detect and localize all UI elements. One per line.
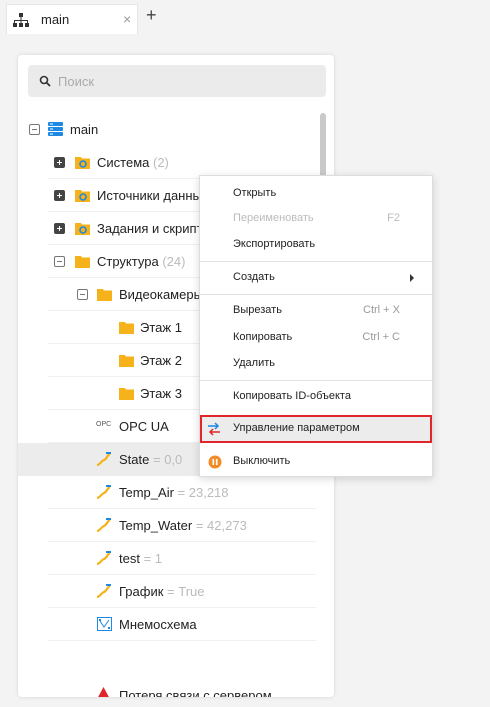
close-icon[interactable]: × <box>123 11 131 27</box>
database-icon <box>48 122 63 136</box>
search-box[interactable] <box>28 65 326 97</box>
menu-item-copy-id[interactable]: Копировать ID-объекта <box>200 384 432 410</box>
tree-item-label: Этаж 3 <box>140 386 182 401</box>
tab-main[interactable]: main × <box>6 4 138 34</box>
parameter-icon <box>96 485 111 499</box>
menu-item-copy[interactable]: Копировать Ctrl + C <box>200 325 432 351</box>
shortcut-label: F2 <box>387 212 400 224</box>
menu-item-label: Удалить <box>233 357 275 369</box>
tree-row-chart[interactable]: График = True <box>18 575 316 608</box>
mnemonic-icon <box>97 617 112 631</box>
menu-item-open[interactable]: Открыть <box>200 181 432 207</box>
tree-item-label: Задания и скрипт <box>97 221 203 236</box>
tree-item-label: Источники данны <box>97 188 202 203</box>
collapse-icon[interactable] <box>77 289 88 300</box>
menu-item-disable[interactable]: Выключить <box>200 449 432 475</box>
submenu-arrow-icon <box>410 274 414 282</box>
menu-item-delete[interactable]: Удалить <box>200 351 432 377</box>
tree-item-label: Этаж 2 <box>140 353 182 368</box>
menu-divider <box>200 261 432 262</box>
tree-item-label: Потеря связи с сервером <box>119 688 272 697</box>
tree-item-label: Структура (24) <box>97 254 186 269</box>
menu-item-label: Вырезать <box>233 304 282 316</box>
menu-divider <box>200 380 432 381</box>
search-input[interactable] <box>58 65 318 97</box>
gear-folder-icon <box>75 190 90 202</box>
collapse-icon[interactable] <box>29 124 40 135</box>
swap-arrows-icon <box>208 422 220 436</box>
menu-item-label: Выключить <box>233 455 291 467</box>
add-tab-button[interactable]: + <box>146 6 157 24</box>
tree-item-label: Temp_Air = 23,218 <box>119 485 229 500</box>
tab-bar: main × + <box>0 0 490 36</box>
folder-icon <box>119 322 134 334</box>
folder-icon <box>119 388 134 400</box>
opc-icon: OPC <box>96 421 112 428</box>
tab-label: main <box>41 12 70 27</box>
shortcut-label: Ctrl + X <box>363 304 400 316</box>
menu-item-label: Переименовать <box>233 212 314 224</box>
tree-row-test[interactable]: test = 1 <box>18 542 316 575</box>
menu-item-create[interactable]: Создать <box>200 265 432 291</box>
parameter-icon <box>96 584 111 598</box>
gear-folder-icon <box>75 157 90 169</box>
menu-item-label: Управление параметром <box>233 422 360 434</box>
expand-icon[interactable] <box>54 157 65 168</box>
menu-item-rename: Переименовать F2 <box>200 206 432 232</box>
tree-row-mnemonic[interactable]: Мнемосхема <box>18 608 316 641</box>
folder-icon <box>97 289 112 301</box>
tree-root-label: main <box>70 122 99 137</box>
menu-item-cut[interactable]: Вырезать Ctrl + X <box>200 298 432 324</box>
tree-item-label: test = 1 <box>119 551 163 566</box>
tree-item-label: Temp_Water = 42,273 <box>119 518 247 533</box>
tree-item-label: State = 0,0 <box>119 452 183 467</box>
tree-row-temp-water[interactable]: Temp_Water = 42,273 <box>18 509 316 542</box>
menu-item-label: Копировать ID-объекта <box>233 390 351 402</box>
shortcut-label: Ctrl + C <box>362 331 400 343</box>
pause-icon <box>208 455 222 469</box>
context-menu: Открыть Переименовать F2 Экспортировать … <box>199 175 433 477</box>
parameter-icon <box>96 452 111 466</box>
menu-item-label: Открыть <box>233 187 277 199</box>
expand-icon[interactable] <box>54 223 65 234</box>
menu-item-label: Копировать <box>233 331 293 343</box>
parameter-icon <box>96 518 111 532</box>
search-icon <box>39 75 51 87</box>
folder-icon <box>119 355 134 367</box>
tree-row-temp-air[interactable]: Temp_Air = 23,218 <box>18 476 316 509</box>
tree-item-label: Система (2) <box>97 155 169 170</box>
tree-row-main[interactable]: main <box>18 113 316 146</box>
tree-item-label: График = True <box>119 584 205 599</box>
menu-item-label: Создать <box>233 271 275 283</box>
menu-divider <box>200 294 432 295</box>
menu-item-label: Экспортировать <box>233 238 316 250</box>
tree-item-label: Этаж 1 <box>140 320 182 335</box>
menu-item-manage-parameter[interactable]: Управление параметром <box>200 415 432 443</box>
parameter-icon <box>96 551 111 565</box>
warning-icon <box>98 687 109 697</box>
folder-icon <box>75 256 90 268</box>
gear-folder-icon <box>75 223 90 235</box>
tree-item-label: Видеокамеры <box>119 287 203 302</box>
tree-item-label: OPC UA <box>119 419 169 434</box>
hierarchy-icon <box>13 13 29 27</box>
tree-item-label: Мнемосхема <box>119 617 197 632</box>
expand-icon[interactable] <box>54 190 65 201</box>
tree-row-connection-lost[interactable]: Потеря связи с сервером <box>18 641 316 697</box>
menu-item-export[interactable]: Экспортировать <box>200 232 432 258</box>
collapse-icon[interactable] <box>54 256 65 267</box>
